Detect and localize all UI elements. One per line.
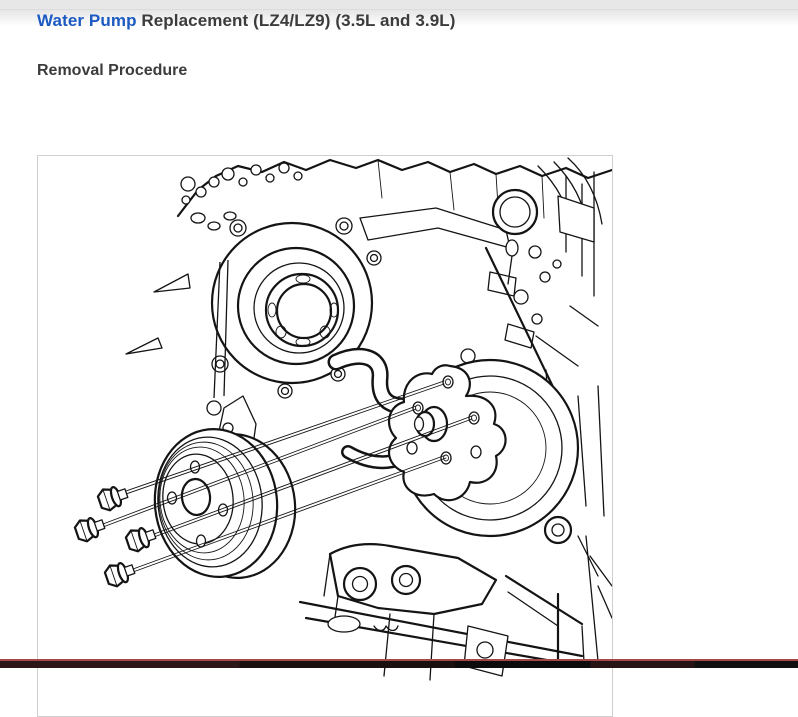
removal-procedure-heading: Removal Procedure xyxy=(37,62,187,80)
pulley-bolt xyxy=(96,483,130,513)
page-title-rest: Replacement (LZ4/LZ9) (3.5L and 3.9L) xyxy=(137,11,456,30)
page-title: Water Pump Replacement (LZ4/LZ9) (3.5L a… xyxy=(37,11,456,31)
footer-bar xyxy=(0,659,798,668)
mount-bracket xyxy=(300,517,584,680)
water-pump-pulley xyxy=(148,423,303,584)
engine-diagram xyxy=(38,156,612,714)
water-pump xyxy=(389,360,578,536)
pulley-bolts xyxy=(73,483,158,589)
pulley-bolt xyxy=(73,514,107,544)
water-pump-link[interactable]: Water Pump xyxy=(37,11,137,30)
figure-frame xyxy=(37,155,613,717)
pulley-bolt xyxy=(124,524,158,554)
pulley-bolt xyxy=(103,559,137,589)
top-strip xyxy=(0,0,798,10)
